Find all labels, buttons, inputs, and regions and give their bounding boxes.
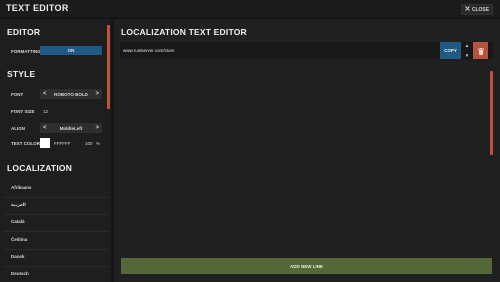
- app-title: TEXT EDITOR: [6, 3, 69, 13]
- move-up-icon[interactable]: ▲: [465, 43, 469, 48]
- close-button[interactable]: CLOSE: [461, 4, 493, 15]
- move-down-icon[interactable]: ▼: [465, 53, 469, 58]
- add-new-line-button[interactable]: ADD NEW LINE: [121, 258, 492, 274]
- font-selector: < ROBOTO BOLD >: [40, 89, 102, 99]
- font-size-value[interactable]: 12: [43, 109, 48, 114]
- formatting-label: FORMATTING: [11, 49, 41, 54]
- color-swatch[interactable]: [40, 138, 50, 148]
- font-value: ROBOTO BOLD: [54, 91, 88, 97]
- text-color-label: TEXT COLOR: [11, 141, 40, 146]
- editor-heading: EDITOR: [7, 27, 41, 37]
- language-item[interactable]: العربية: [11, 202, 26, 208]
- language-item[interactable]: Čeština: [11, 237, 27, 242]
- localization-editor-panel: LOCALIZATION TEXT EDITOR www.rustserver.…: [114, 19, 500, 282]
- language-item[interactable]: Deutsch: [11, 271, 29, 276]
- font-size-label: FONT SIZE: [11, 109, 35, 114]
- title-bar: TEXT EDITOR CLOSE: [0, 0, 500, 19]
- color-hex-input[interactable]: FFFFFF: [54, 141, 71, 146]
- align-prev-arrow-icon[interactable]: <: [43, 125, 47, 131]
- language-divider: [4, 231, 108, 232]
- close-icon: [465, 6, 470, 13]
- language-divider: [4, 197, 108, 198]
- font-prev-arrow-icon[interactable]: <: [43, 91, 47, 97]
- text-line-value: www.rustserver.com/store: [123, 48, 175, 53]
- trash-icon: [477, 42, 484, 60]
- style-heading: STYLE: [7, 69, 36, 79]
- copy-button[interactable]: COPY: [440, 42, 461, 59]
- color-alpha-input[interactable]: 100: [85, 141, 93, 146]
- close-label: CLOSE: [471, 6, 490, 13]
- align-value: MiddleLeft: [59, 125, 83, 131]
- language-item[interactable]: Català: [11, 219, 25, 224]
- font-label: FONT: [11, 92, 24, 97]
- sidebar-scrollbar[interactable]: [107, 25, 110, 109]
- language-divider: [4, 266, 108, 267]
- language-divider: [4, 249, 108, 250]
- align-selector: < MiddleLeft >: [40, 123, 102, 133]
- localization-heading: LOCALIZATION: [7, 163, 73, 173]
- editor-scrollbar[interactable]: [490, 71, 493, 155]
- font-next-arrow-icon[interactable]: >: [95, 91, 99, 97]
- alpha-unit: %: [96, 141, 101, 146]
- align-label: ALIGN: [11, 126, 25, 131]
- panel-title: LOCALIZATION TEXT EDITOR: [121, 27, 247, 37]
- formatting-toggle[interactable]: ON: [40, 46, 102, 55]
- delete-line-button[interactable]: [473, 42, 488, 59]
- settings-sidebar: EDITOR FORMATTING ON STYLE FONT < ROBOTO…: [0, 19, 111, 282]
- language-divider: [4, 214, 108, 215]
- text-line-input[interactable]: www.rustserver.com/store: [120, 42, 493, 59]
- align-next-arrow-icon[interactable]: >: [95, 125, 99, 131]
- reorder-controls: ▲ ▼: [464, 43, 470, 58]
- language-item[interactable]: Afrikaans: [11, 185, 32, 190]
- language-item[interactable]: Dansk: [11, 254, 25, 259]
